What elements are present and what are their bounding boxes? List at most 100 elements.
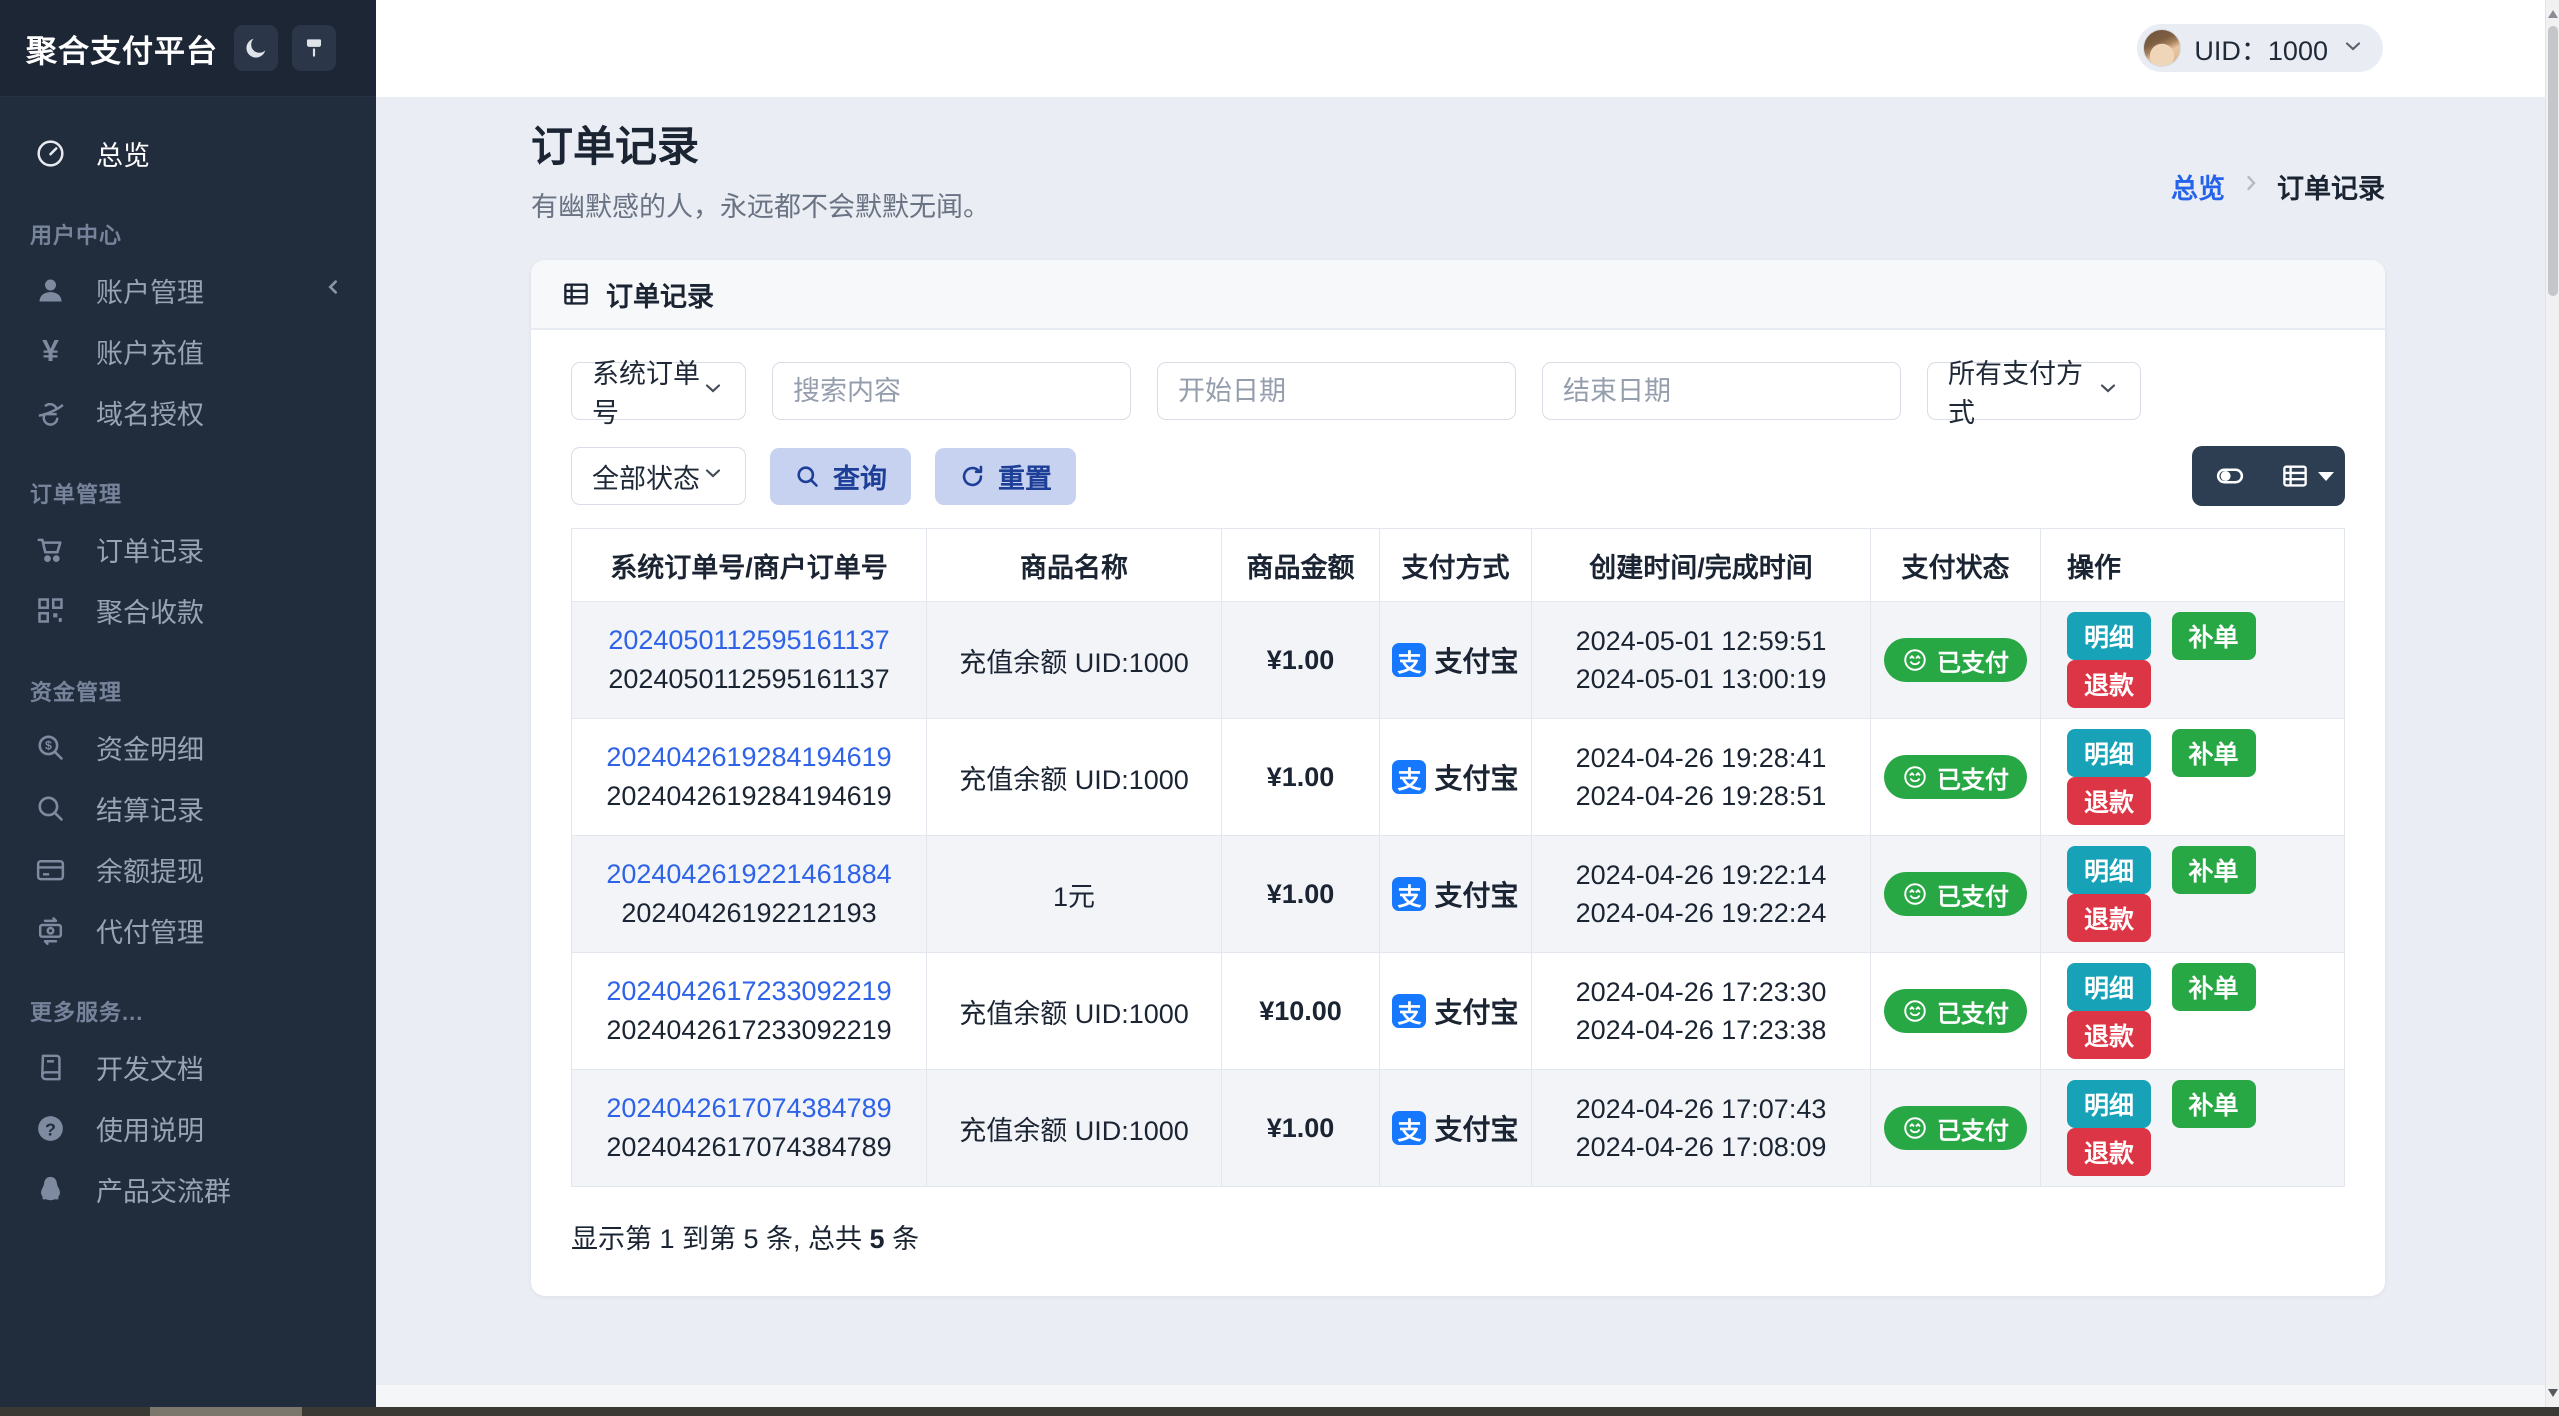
dark-mode-button[interactable] [234, 25, 278, 71]
pay-method: 支付宝 [1434, 763, 1519, 795]
svg-text:?: ? [45, 1119, 56, 1139]
gauge-icon [30, 137, 70, 170]
created-time: 2024-04-26 19:22:14 [1575, 860, 1827, 891]
sidebar-item-domain-auth[interactable]: 域名授权 [0, 382, 376, 443]
col-header-order-no: 系统订单号/商户订单号 [571, 528, 927, 603]
status-select[interactable]: 全部状态 [571, 447, 746, 506]
sidebar-item-account-management[interactable]: 账户管理 [0, 260, 376, 321]
start-date-input[interactable] [1157, 362, 1516, 421]
col-header-pay-method: 支付方式 [1379, 528, 1532, 603]
caret-down-icon [2317, 471, 2334, 481]
status-badge: 已支付 [1884, 872, 2027, 917]
order-records-card: 订单记录 系统订单号 所有支付方式 [531, 260, 2385, 1297]
chevron-down-icon [701, 461, 725, 492]
question-icon: ? [30, 1112, 70, 1145]
reorder-button[interactable]: 补单 [2171, 612, 2256, 661]
system-order-link[interactable]: 2024042619284194619 [580, 742, 918, 773]
detail-button[interactable]: 明细 [2067, 612, 2152, 661]
sidebar-item-usage-guide[interactable]: ? 使用说明 [0, 1098, 376, 1159]
system-order-link[interactable]: 2024042617233092219 [580, 976, 918, 1007]
product-name: 充值余额 UID:1000 [926, 718, 1222, 837]
columns-toggle-button[interactable] [2192, 446, 2269, 506]
system-order-link[interactable]: 2024050112595161137 [580, 625, 918, 656]
sidebar-item-settlement-records[interactable]: 结算记录 [0, 778, 376, 839]
reset-button[interactable]: 重置 [935, 447, 1076, 505]
book-icon [30, 1051, 70, 1084]
search-icon [30, 792, 70, 825]
product-name: 充值余额 UID:1000 [926, 1069, 1222, 1188]
merchant-order-no: 2024042617233092219 [606, 1015, 892, 1046]
col-header-product: 商品名称 [926, 528, 1222, 603]
detail-button[interactable]: 明细 [2067, 729, 2152, 778]
order-type-select[interactable]: 系统订单号 [571, 359, 746, 428]
orders-table: 系统订单号/商户订单号 商品名称 商品金额 支付方式 创建时间/完成时间 支付状… [571, 528, 2345, 1188]
search-icon [797, 466, 818, 487]
reorder-button[interactable]: 补单 [2171, 963, 2256, 1012]
sidebar-item-product-group[interactable]: 产品交流群 [0, 1159, 376, 1220]
yen-icon: ¥ [30, 335, 70, 368]
created-time: 2024-04-26 17:07:43 [1575, 1094, 1827, 1125]
theme-button[interactable] [292, 25, 336, 71]
sidebar-item-balance-withdraw[interactable]: 余额提现 [0, 839, 376, 900]
reorder-button[interactable]: 补单 [2171, 729, 2256, 778]
scroll-down-arrow[interactable] [2548, 1389, 2558, 1399]
alipay-icon: 支 [1392, 760, 1427, 795]
detail-button[interactable]: 明细 [2067, 1080, 2152, 1129]
finished-time: 2024-05-01 13:00:19 [1575, 664, 1827, 695]
table-header-row: 系统订单号/商户订单号 商品名称 商品金额 支付方式 创建时间/完成时间 支付状… [571, 528, 2345, 603]
smiley-icon [1904, 766, 1926, 789]
pagination-info: 显示第 1 到第 5 条, 总共 5 条 [571, 1224, 920, 1255]
vertical-scrollbar-thumb[interactable] [2548, 26, 2558, 296]
refund-button[interactable]: 退款 [2067, 1011, 2152, 1060]
money-transfer-icon [30, 914, 70, 947]
refund-button[interactable]: 退款 [2067, 1128, 2152, 1177]
table-row: 2024042619221461884 20240426192212193 1元… [571, 835, 2345, 954]
refund-button[interactable]: 退款 [2067, 660, 2152, 709]
status-badge: 已支付 [1884, 1106, 2027, 1151]
col-header-time: 创建时间/完成时间 [1531, 528, 1871, 603]
search-input[interactable] [772, 362, 1131, 421]
sidebar-item-payout-management[interactable]: 代付管理 [0, 900, 376, 961]
reorder-button[interactable]: 补单 [2171, 846, 2256, 895]
scroll-up-arrow[interactable] [2548, 8, 2558, 18]
status-badge: 已支付 [1884, 638, 2027, 683]
sidebar-item-order-records[interactable]: 订单记录 [0, 519, 376, 580]
refund-button[interactable]: 退款 [2067, 777, 2152, 826]
finished-time: 2024-04-26 19:28:51 [1575, 781, 1827, 812]
sidebar-item-aggregate-collection[interactable]: 聚合收款 [0, 580, 376, 641]
sidebar-menu: 总览 用户中心 账户管理 ¥ 账户充值 域名授权 订单管理 订单记录 聚合收款 … [0, 97, 376, 1220]
breadcrumb-current: 订单记录 [2277, 174, 2385, 204]
breadcrumb-home-link[interactable]: 总览 [2171, 167, 2225, 206]
sidebar-item-dev-docs[interactable]: 开发文档 [0, 1037, 376, 1098]
sidebar: 聚合支付平台 总览 用户中心 账户管理 ¥ 账户充值 域名授权 订单管理 订单记… [0, 0, 376, 1407]
sidebar-item-fund-details[interactable]: $ 资金明细 [0, 717, 376, 778]
horizontal-scrollbar-thumb[interactable] [150, 1407, 302, 1416]
query-button[interactable]: 查询 [770, 447, 911, 505]
system-order-link[interactable]: 2024042617074384789 [580, 1093, 918, 1124]
reorder-button[interactable]: 补单 [2171, 1080, 2256, 1129]
product-name: 1元 [926, 835, 1222, 954]
search-dollar-icon: $ [30, 731, 70, 764]
finished-time: 2024-04-26 17:08:09 [1575, 1132, 1827, 1163]
pay-method-select[interactable]: 所有支付方式 [1927, 359, 2141, 428]
page-head: 订单记录 有幽默感的人，永远都不会默默无闻。 总览 订单记录 [531, 123, 2385, 224]
merchant-order-no: 2024042619284194619 [606, 781, 892, 812]
app-logo: 聚合支付平台 [26, 33, 218, 69]
detail-button[interactable]: 明细 [2067, 846, 2152, 895]
col-header-amount: 商品金额 [1221, 528, 1380, 603]
table-row: 2024050112595161137 2024050112595161137 … [571, 601, 2345, 720]
refund-button[interactable]: 退款 [2067, 894, 2152, 943]
cart-icon [30, 533, 70, 566]
user-menu[interactable]: UID：1000 [2137, 24, 2383, 72]
col-header-status: 支付状态 [1870, 528, 2041, 603]
breadcrumb: 总览 订单记录 [2171, 167, 2385, 206]
table-view-button[interactable] [2269, 446, 2346, 506]
detail-button[interactable]: 明细 [2067, 963, 2152, 1012]
list-icon [2282, 465, 2307, 487]
sidebar-item-overview[interactable]: 总览 [0, 123, 376, 184]
sidebar-item-account-recharge[interactable]: ¥ 账户充值 [0, 321, 376, 382]
app-root: 聚合支付平台 总览 用户中心 账户管理 ¥ 账户充值 域名授权 订单管理 订单记… [0, 0, 2559, 1416]
system-order-link[interactable]: 2024042619221461884 [580, 859, 918, 890]
end-date-input[interactable] [1542, 362, 1901, 421]
product-amount: ¥1.00 [1221, 718, 1380, 837]
